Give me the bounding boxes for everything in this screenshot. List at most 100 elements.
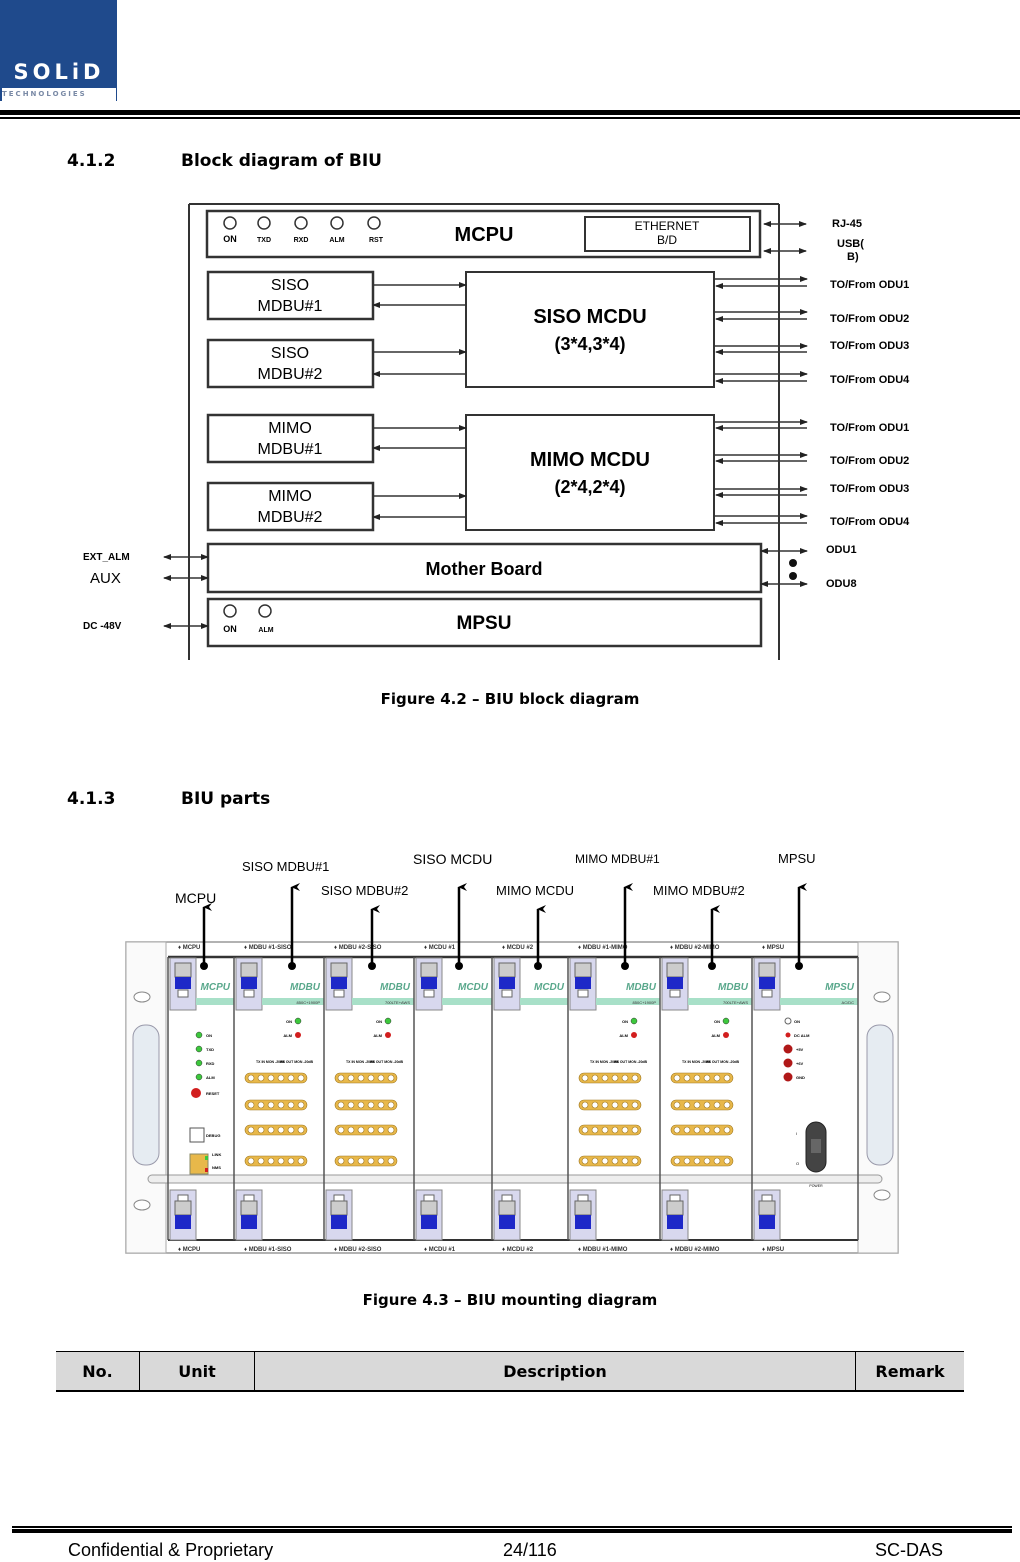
rack-left-ear <box>125 941 167 1254</box>
led-indicator-icon <box>385 1032 391 1038</box>
led-indicator-icon <box>783 1058 793 1068</box>
slot-label: ♦ MCDU #1 <box>424 945 456 951</box>
mimo-mdbu-1-block: MIMO MDBU#1 <box>206 413 375 464</box>
biu-parts-table: No. Unit Description Remark <box>56 1351 964 1392</box>
odu-label: TO/From ODU4 <box>830 516 910 528</box>
odu-label: TO/From ODU1 <box>830 422 909 434</box>
mount-hole-icon <box>133 1199 151 1211</box>
svg-text:700LTE+AWS: 700LTE+AWS <box>723 1000 748 1005</box>
svg-text:RX OUT MON -20dB: RX OUT MON -20dB <box>370 1060 404 1064</box>
usb-port-icon <box>189 1127 205 1143</box>
section-title: Block diagram of BIU <box>181 151 382 171</box>
svg-text:MDBU#2: MDBU#2 <box>258 366 323 383</box>
svg-text:Mother Board: Mother Board <box>426 559 543 579</box>
module-name: MDBU <box>290 982 321 993</box>
svg-text:SISO: SISO <box>271 345 309 362</box>
port-label: DC -48V <box>83 621 122 632</box>
svg-text:SISO: SISO <box>271 277 309 294</box>
sma-connector-icon <box>578 1124 642 1136</box>
odu-label: TO/From ODU2 <box>830 313 909 325</box>
mcpu-label: MCPU <box>455 224 514 246</box>
rack-right-ear <box>857 941 899 1254</box>
callout-label: MCPU <box>175 890 216 906</box>
slot-label: ♦ MPSU <box>762 945 784 951</box>
sma-connector-icon <box>244 1155 308 1167</box>
callout-dot-icon <box>455 962 463 970</box>
svg-text:ON: ON <box>714 1019 720 1024</box>
column-header-unit: Unit <box>139 1351 255 1392</box>
svg-text:ALM: ALM <box>283 1033 292 1038</box>
svg-text:RESET: RESET <box>206 1091 220 1096</box>
svg-text:DC ALM: DC ALM <box>794 1033 810 1038</box>
svg-text:MIMO MCDU: MIMO MCDU <box>530 449 650 471</box>
rack-handle <box>132 1024 160 1166</box>
mpsu-block: ON ALM MPSU <box>206 597 763 648</box>
svg-text:AC/DC: AC/DC <box>842 1000 855 1005</box>
siso-odu-links <box>714 276 808 384</box>
led-indicator-icon <box>630 1017 638 1025</box>
footer-doc-id: SC-DAS <box>875 1540 944 1560</box>
callout-dot-icon <box>534 962 542 970</box>
mount-hole-icon <box>873 991 891 1003</box>
svg-text:TXD: TXD <box>206 1047 214 1052</box>
odu-label: TO/From ODU4 <box>830 374 910 386</box>
ejector-handle-icon <box>661 1189 689 1241</box>
footer-rule <box>12 1529 1012 1533</box>
svg-text:ON: ON <box>376 1019 382 1024</box>
port-label-usb-b: B) <box>847 251 859 263</box>
svg-text:RX OUT MON -20dB: RX OUT MON -20dB <box>280 1060 314 1064</box>
svg-text:ALM: ALM <box>206 1075 215 1080</box>
led-indicator-icon <box>195 1073 203 1081</box>
svg-text:ON: ON <box>794 1019 800 1024</box>
led-indicator-icon <box>195 1059 203 1067</box>
ejector-handle-icon <box>415 1189 443 1241</box>
figure-caption: Figure 4.2 – BIU block diagram <box>380 690 640 708</box>
column-header-remark: Remark <box>855 1351 964 1392</box>
column-header-description: Description <box>254 1351 856 1392</box>
callout-label: MIMO MCDU <box>496 883 574 898</box>
callout-label: SISO MDBU#2 <box>321 883 408 898</box>
svg-text:MDBU#1: MDBU#1 <box>258 441 323 458</box>
ethernet-label: ETHERNET <box>635 219 700 233</box>
sma-connector-icon <box>578 1155 642 1167</box>
section-title: BIU parts <box>181 789 271 809</box>
biu-mounting-diagram: MCPU SISO MDBU#1 SISO MDBU#2 SISO MCDU M… <box>125 851 899 1254</box>
svg-text:ALM: ALM <box>373 1033 382 1038</box>
ethernet-label-2: B/D <box>657 233 677 247</box>
callout-dot-icon <box>621 962 629 970</box>
sma-connector-icon <box>244 1072 308 1084</box>
column-header-no: No. <box>56 1351 140 1392</box>
reset-button-icon <box>191 1088 201 1098</box>
svg-text:ON: ON <box>286 1019 292 1024</box>
svg-text:ALM: ALM <box>711 1033 720 1038</box>
sma-connector-icon <box>578 1099 642 1111</box>
mpsu-label: MPSU <box>457 613 512 634</box>
led-indicator-icon <box>195 1031 203 1039</box>
svg-text:GND: GND <box>796 1075 805 1080</box>
sma-connector-icon <box>578 1072 642 1084</box>
odu-label: TO/From ODU3 <box>830 483 909 495</box>
ejector-handle-icon <box>569 1189 597 1241</box>
led-label: TXD <box>257 237 271 244</box>
callout-dot-icon <box>288 962 296 970</box>
slot-label: ♦ MCPU <box>178 1247 200 1253</box>
slot-strip <box>442 998 492 1005</box>
page-number: 24/116 <box>503 1540 557 1560</box>
slot-label: ♦ MPSU <box>762 1247 784 1253</box>
ejector-handle-icon <box>169 957 197 1011</box>
callout-labels: MCPU SISO MDBU#1 SISO MDBU#2 SISO MCDU M… <box>175 851 816 906</box>
svg-text:I: I <box>796 1131 797 1136</box>
led-label: RST <box>369 237 384 244</box>
sma-connector-icon <box>334 1099 398 1111</box>
svg-text:RXD: RXD <box>206 1061 215 1066</box>
svg-text:850C+1900P: 850C+1900P <box>633 1000 657 1005</box>
svg-text:(3*4,3*4): (3*4,3*4) <box>554 334 625 354</box>
svg-text:ON: ON <box>206 1033 212 1038</box>
rack-center-bar <box>147 1174 883 1184</box>
ejector-handle-icon <box>493 957 521 1011</box>
slot-label: ♦ MDBU #2-SISO <box>334 1247 382 1253</box>
odu-label: TO/From ODU1 <box>830 279 909 291</box>
logo-subtext: TECHNOLOGIES <box>2 88 116 101</box>
company-logo: SOLiD TECHNOLOGIES <box>0 0 117 101</box>
callout-dot-icon <box>200 962 208 970</box>
